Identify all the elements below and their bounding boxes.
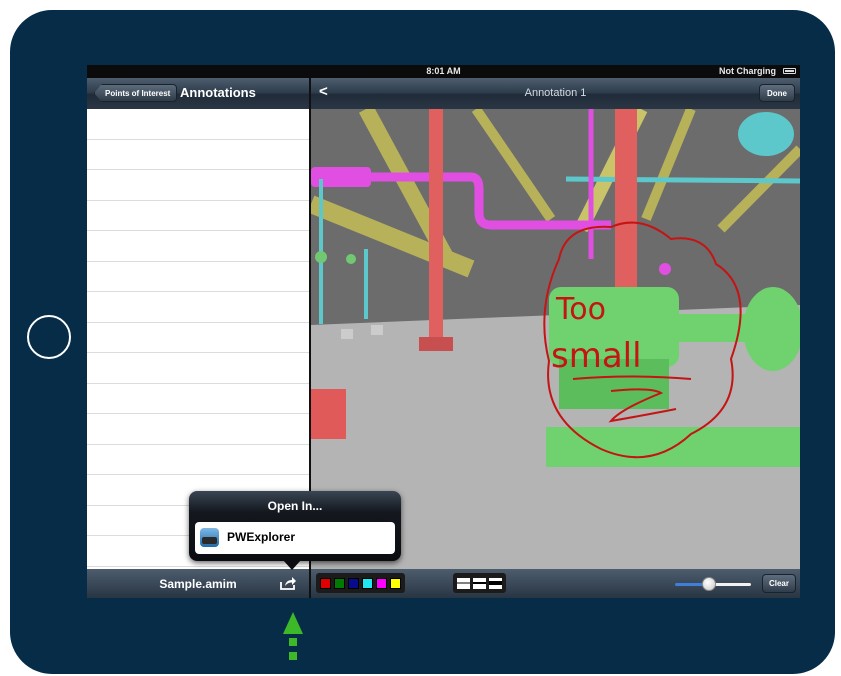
arrow-dash (289, 638, 297, 646)
list-item[interactable] (87, 353, 309, 384)
left-toolbar: Sample.amim (87, 569, 309, 598)
status-time: 8:01 AM (426, 66, 461, 76)
pwexplorer-app-icon (200, 528, 219, 547)
list-item[interactable] (87, 384, 309, 414)
list-item[interactable] (87, 414, 309, 445)
popover-title: Open In... (267, 499, 323, 513)
popover-arrow (283, 560, 301, 570)
drawing-toolbar: Clear (311, 569, 800, 598)
swatch-green[interactable] (334, 577, 345, 589)
swatch-cyan[interactable] (362, 577, 373, 589)
points-of-interest-back-button[interactable]: Points of Interest (94, 84, 178, 102)
home-button[interactable] (27, 315, 71, 359)
share-icon[interactable] (279, 576, 297, 590)
battery-icon (783, 68, 796, 74)
right-navigation-bar: < Annotation 1 Done (311, 78, 800, 109)
swatch-navy[interactable] (348, 577, 359, 589)
list-item[interactable] (87, 231, 309, 262)
left-navigation-bar: Points of Interest Annotations (87, 78, 309, 109)
list-item[interactable] (87, 140, 309, 170)
file-name-label: Sample.amim (159, 577, 237, 591)
list-item[interactable] (87, 109, 309, 140)
color-palette (316, 573, 405, 593)
list-item[interactable] (87, 323, 309, 353)
swatch-magenta[interactable] (376, 577, 387, 589)
open-in-popover: Open In... PWExplorer (189, 491, 401, 561)
app-label: PWExplorer (227, 530, 296, 544)
battery-status-label: Not Charging (719, 66, 776, 76)
arrow-up-icon (283, 612, 303, 634)
line-width-thick-button[interactable] (489, 577, 502, 589)
swatch-red[interactable] (320, 577, 331, 589)
done-button[interactable]: Done (759, 84, 795, 102)
arrow-dash (289, 652, 297, 660)
clear-button[interactable]: Clear (761, 574, 796, 593)
line-width-thin-button[interactable] (457, 577, 470, 589)
drawn-text-small: small (551, 336, 642, 376)
line-width-selector (453, 573, 506, 593)
status-bar: 8:01 AM Not Charging (87, 65, 800, 78)
list-item[interactable] (87, 170, 309, 201)
drawn-text-too: Too (555, 292, 606, 327)
annotations-title: Annotations (180, 85, 256, 100)
list-item[interactable] (87, 445, 309, 475)
slider-thumb[interactable] (702, 577, 717, 591)
list-item[interactable] (87, 262, 309, 292)
list-item[interactable] (87, 292, 309, 323)
list-item[interactable] (87, 201, 309, 231)
annotation-title: Annotation 1 (524, 87, 587, 99)
open-in-app-item[interactable]: PWExplorer (195, 522, 395, 554)
swatch-yellow[interactable] (390, 577, 401, 589)
line-width-medium-button[interactable] (473, 577, 486, 589)
